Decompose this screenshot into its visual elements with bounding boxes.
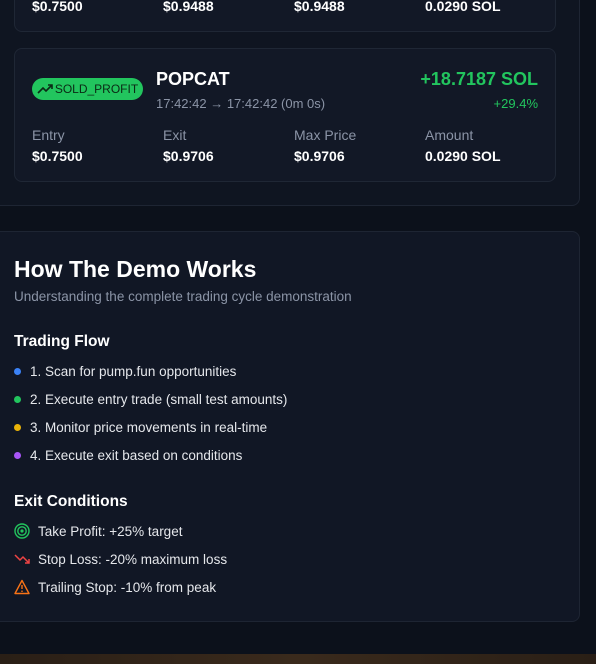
pnl-value: +18.7187 SOL bbox=[420, 69, 538, 89]
max-price-label: Max Price bbox=[294, 127, 357, 143]
amount-label: Amount bbox=[425, 127, 474, 143]
yellow-dot-icon bbox=[14, 424, 21, 431]
entry-label: Entry bbox=[32, 127, 65, 143]
purple-dot-icon bbox=[14, 452, 21, 459]
flow-item: 1. Scan for pump.fun opportunities bbox=[14, 364, 236, 379]
exit-condition-text: Trailing Stop: -10% from peak bbox=[38, 579, 217, 595]
trending-up-icon bbox=[37, 83, 53, 95]
token-name: POPCAT bbox=[156, 69, 230, 89]
amount-value: 0.0290 SOL bbox=[425, 0, 501, 14]
flow-item-text: 4. Execute exit based on conditions bbox=[30, 448, 243, 463]
section-title: How The Demo Works bbox=[14, 256, 257, 282]
amount-value: 0.0290 SOL bbox=[425, 148, 501, 164]
entry-value: $0.7500 bbox=[32, 0, 83, 14]
exit-condition-text: Stop Loss: -20% maximum loss bbox=[38, 551, 228, 567]
trade-card-popcat[interactable]: SOLD_PROFIT POPCAT 17:42:42 → 17:42:42 (… bbox=[14, 48, 556, 182]
flow-item-text: 1. Scan for pump.fun opportunities bbox=[30, 364, 237, 379]
flow-item: 3. Monitor price movements in real-time bbox=[14, 420, 267, 435]
trade-card-previous[interactable]: $0.7500 $0.9488 $0.9488 0.0290 SOL bbox=[14, 0, 556, 32]
exit-condition-item: Take Profit: +25% target bbox=[14, 523, 182, 539]
pnl-percent: +29.4% bbox=[493, 96, 538, 111]
flow-item: 2. Execute entry trade (small test amoun… bbox=[14, 392, 287, 407]
exit-value: $0.9706 bbox=[163, 148, 214, 164]
section-subtitle: Understanding the complete trading cycle… bbox=[14, 289, 352, 304]
exit-label: Exit bbox=[163, 127, 187, 143]
exit-condition-item: Trailing Stop: -10% from peak bbox=[14, 579, 216, 595]
flow-item-text: 2. Execute entry trade (small test amoun… bbox=[30, 392, 288, 407]
blue-dot-icon bbox=[14, 368, 21, 375]
max-price-value: $0.9488 bbox=[294, 0, 345, 14]
entry-value: $0.7500 bbox=[32, 148, 83, 164]
exit-value: $0.9488 bbox=[163, 0, 214, 14]
bottom-edge bbox=[0, 654, 596, 664]
exit-condition-item: Stop Loss: -20% maximum loss bbox=[14, 551, 227, 567]
flow-item: 4. Execute exit based on conditions bbox=[14, 448, 242, 463]
status-badge-label: SOLD_PROFIT bbox=[54, 82, 139, 96]
exit-condition-text: Take Profit: +25% target bbox=[38, 523, 183, 539]
trading-flow-heading: Trading Flow bbox=[14, 333, 110, 350]
status-badge: SOLD_PROFIT bbox=[32, 78, 143, 100]
trade-time: 17:42:42 → 17:42:42 (0m 0s) bbox=[156, 96, 326, 111]
max-price-value: $0.9706 bbox=[294, 148, 345, 164]
green-dot-icon bbox=[14, 396, 21, 403]
target-icon bbox=[14, 523, 30, 539]
exit-conditions-heading: Exit Conditions bbox=[14, 493, 128, 510]
warning-icon bbox=[14, 579, 30, 595]
flow-item-text: 3. Monitor price movements in real-time bbox=[30, 420, 268, 435]
trending-down-icon bbox=[14, 551, 30, 567]
